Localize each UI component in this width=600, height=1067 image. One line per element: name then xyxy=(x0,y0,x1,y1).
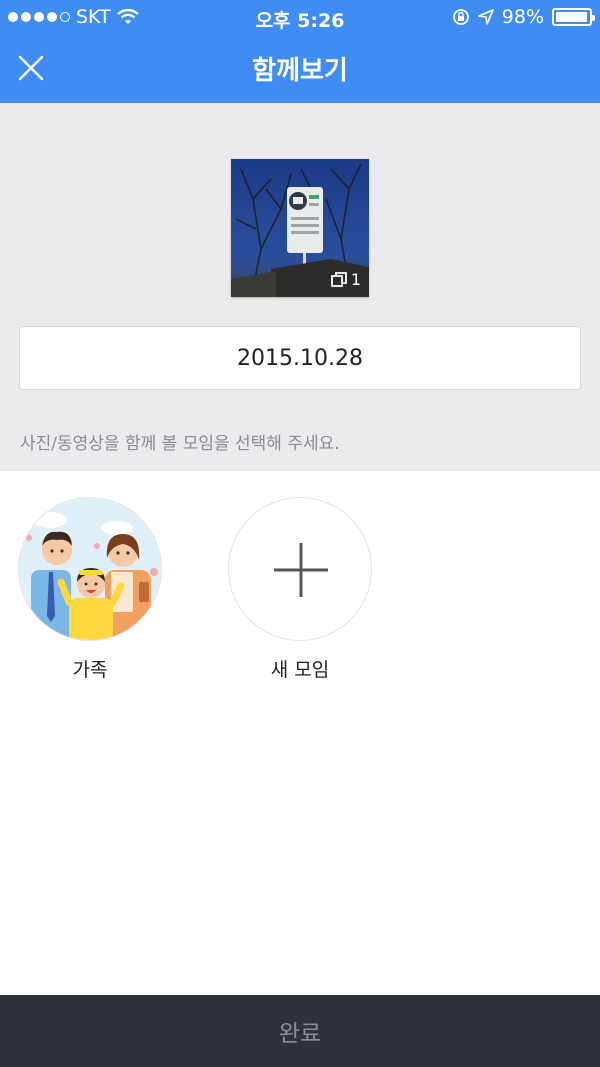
done-label: 완료 xyxy=(278,1021,322,1047)
photo-count-value: 1 xyxy=(350,270,361,289)
top-bar: SKT 오후 5:26 98% 함께보기 xyxy=(0,0,600,103)
status-right: 98% xyxy=(452,6,595,28)
battery-icon xyxy=(552,8,595,26)
location-arrow-icon xyxy=(477,9,494,25)
group-label: 새 모임 xyxy=(270,659,330,681)
group-list: 가족 새 모임 xyxy=(0,471,600,995)
done-button[interactable]: 완료 xyxy=(0,995,600,1067)
new-group-circle xyxy=(228,497,372,641)
plus-icon xyxy=(274,543,328,597)
group-item-new[interactable]: 새 모임 xyxy=(228,497,372,682)
photo-thumbnail[interactable]: 1 xyxy=(231,159,369,297)
multi-photo-icon xyxy=(330,271,347,287)
family-avatar xyxy=(18,497,162,641)
date-value: 2015.10.28 xyxy=(237,345,363,371)
nav-header: 함께보기 xyxy=(0,34,600,103)
family-illustration-icon xyxy=(19,498,161,640)
photo-info-section: 1 2015.10.28 사진/동영상을 함께 볼 모임을 선택해 주세요. xyxy=(0,103,600,471)
photo-count: 1 xyxy=(330,270,361,289)
battery-percent: 98% xyxy=(501,6,544,28)
group-label: 가족 xyxy=(72,659,108,681)
page-title: 함께보기 xyxy=(252,56,348,86)
date-field[interactable]: 2015.10.28 xyxy=(19,326,581,390)
status-bar: SKT 오후 5:26 98% xyxy=(0,0,600,34)
group-item-family[interactable]: 가족 xyxy=(18,497,162,682)
rotation-lock-icon xyxy=(452,9,469,25)
instruction-text: 사진/동영상을 함께 볼 모임을 선택해 주세요. xyxy=(20,434,340,454)
